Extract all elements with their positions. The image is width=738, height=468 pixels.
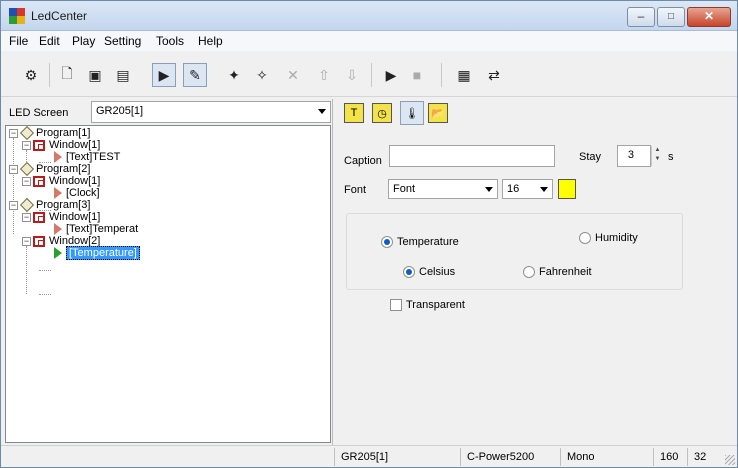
transparent-label[interactable]: Transparent: [406, 299, 465, 311]
window-icon: [33, 211, 45, 223]
font-label: Font: [344, 184, 367, 196]
tree-guide-line: [39, 294, 51, 295]
toolbar: ⚙ 🗋 ▣ ▤ ▶ ✎ ✦ ✧ ✕ ⇧ ⇩ ▶ ■ ▦ ⇄: [1, 51, 737, 97]
status-width: 160: [653, 448, 687, 466]
settings-icon[interactable]: ⚙: [21, 65, 41, 85]
temperature-item-icon: [54, 247, 62, 259]
toolbar-separator: [49, 63, 50, 87]
celsius-radio[interactable]: [403, 266, 415, 278]
delete-icon[interactable]: ✕: [283, 65, 303, 85]
tree-guide-line: [13, 138, 14, 234]
program-tree[interactable]: − Program[1] − Window[1] [Text]TEST − Pr…: [5, 125, 331, 443]
maximize-button[interactable]: □: [657, 7, 685, 27]
collapse-icon[interactable]: −: [22, 140, 31, 150]
status-controller: C-Power5200: [460, 448, 560, 466]
close-button[interactable]: ✕: [687, 7, 731, 27]
clock-tab-icon[interactable]: ◷: [372, 103, 392, 123]
transparent-checkbox[interactable]: [390, 299, 402, 311]
font-size-value: 16: [507, 183, 520, 195]
menu-setting[interactable]: Setting: [104, 34, 141, 48]
stay-input[interactable]: 3: [617, 145, 651, 167]
menu-bar: File Edit Play Setting Tools Help: [1, 31, 737, 51]
collapse-icon[interactable]: −: [9, 164, 18, 174]
color-swatch[interactable]: [558, 179, 576, 199]
connect-icon[interactable]: ⇄: [484, 65, 504, 85]
program-tree-pane: LED Screen GR205[1] − Program[1] − Windo…: [5, 99, 331, 445]
caption-label: Caption: [344, 155, 382, 167]
fahrenheit-radio[interactable]: [523, 266, 535, 278]
celsius-label[interactable]: Celsius: [419, 266, 455, 278]
play-icon[interactable]: ▶: [381, 65, 401, 85]
menu-edit[interactable]: Edit: [39, 34, 60, 48]
new-icon[interactable]: 🗋: [57, 65, 77, 85]
edit-icon[interactable]: ✎: [183, 63, 207, 87]
stay-unit-label: s: [668, 151, 674, 163]
tree-node-item-selected[interactable]: [Temperature]: [52, 246, 140, 260]
stop-icon[interactable]: ■: [407, 65, 427, 85]
save-icon[interactable]: ▤: [113, 65, 133, 85]
menu-tools[interactable]: Tools: [156, 34, 184, 48]
app-logo-icon: [9, 8, 25, 24]
window-icon: [33, 139, 45, 151]
status-height: 32: [687, 448, 717, 466]
menu-help[interactable]: Help: [198, 34, 223, 48]
status-screen: GR205[1]: [334, 448, 460, 466]
open-icon[interactable]: ▣: [85, 65, 105, 85]
toolbar-separator: [441, 63, 442, 87]
tree-guide-line: [26, 246, 27, 294]
font-size-select[interactable]: 16: [502, 179, 553, 199]
open-folder-icon[interactable]: 📂: [428, 103, 448, 123]
send-icon[interactable]: ▦: [454, 65, 474, 85]
temperature-label[interactable]: Temperature: [397, 236, 459, 248]
font-value: Font: [393, 183, 416, 195]
status-bar: GR205[1] C-Power5200 Mono 160 32: [1, 445, 737, 467]
led-screen-value: GR205[1]: [96, 105, 144, 117]
move-up-icon[interactable]: ⇧: [314, 65, 334, 85]
toolbar-separator: [371, 63, 372, 87]
collapse-icon[interactable]: −: [9, 200, 18, 210]
properties-pane: T ◷ 🌡 📂 Caption Stay 3 ▲ ▼ s Font Font 16…: [334, 99, 737, 445]
tree-node-label: [Temperature]: [66, 246, 140, 260]
chevron-down-icon: [485, 187, 493, 192]
caption-input[interactable]: [389, 145, 555, 167]
title-bar[interactable]: LedCenter – □ ✕: [1, 1, 737, 31]
chevron-down-icon: [318, 109, 326, 114]
collapse-icon[interactable]: −: [9, 128, 18, 138]
font-select[interactable]: Font: [388, 179, 498, 199]
temperature-tab-icon[interactable]: 🌡: [400, 101, 424, 125]
window-icon: [33, 235, 45, 247]
status-color-mode: Mono: [560, 448, 648, 466]
minimize-button[interactable]: –: [627, 7, 655, 27]
humidity-radio[interactable]: [579, 232, 591, 244]
collapse-icon[interactable]: −: [22, 176, 31, 186]
move-down-icon[interactable]: ⇩: [342, 65, 362, 85]
window-title: LedCenter: [31, 9, 88, 23]
app-window: LedCenter – □ ✕ File Edit Play Setting T…: [0, 0, 738, 468]
stay-spinner[interactable]: ▲ ▼: [651, 146, 663, 166]
collapse-icon[interactable]: −: [22, 212, 31, 222]
menu-file[interactable]: File: [9, 34, 28, 48]
led-screen-label: LED Screen: [9, 107, 69, 119]
sensor-options-group: Temperature Humidity Celsius Fahrenheit: [346, 213, 683, 290]
temperature-radio[interactable]: [381, 236, 393, 248]
humidity-label[interactable]: Humidity: [595, 232, 638, 244]
stay-label: Stay: [579, 151, 602, 163]
chevron-down-icon: [540, 187, 548, 192]
fahrenheit-label[interactable]: Fahrenheit: [539, 266, 592, 278]
stay-value: 3: [627, 149, 634, 161]
menu-play[interactable]: Play: [72, 34, 95, 48]
window-icon: [33, 175, 45, 187]
add-window-icon[interactable]: ✧: [252, 65, 272, 85]
pane-splitter[interactable]: [332, 99, 333, 445]
text-tab-icon[interactable]: T: [344, 103, 364, 123]
preview-icon[interactable]: ▶: [152, 63, 176, 87]
collapse-icon[interactable]: −: [22, 236, 31, 246]
resize-grip-icon[interactable]: [725, 455, 735, 465]
add-program-icon[interactable]: ✦: [224, 65, 244, 85]
led-screen-select[interactable]: GR205[1]: [91, 101, 331, 123]
tree-guide-line: [39, 270, 51, 271]
